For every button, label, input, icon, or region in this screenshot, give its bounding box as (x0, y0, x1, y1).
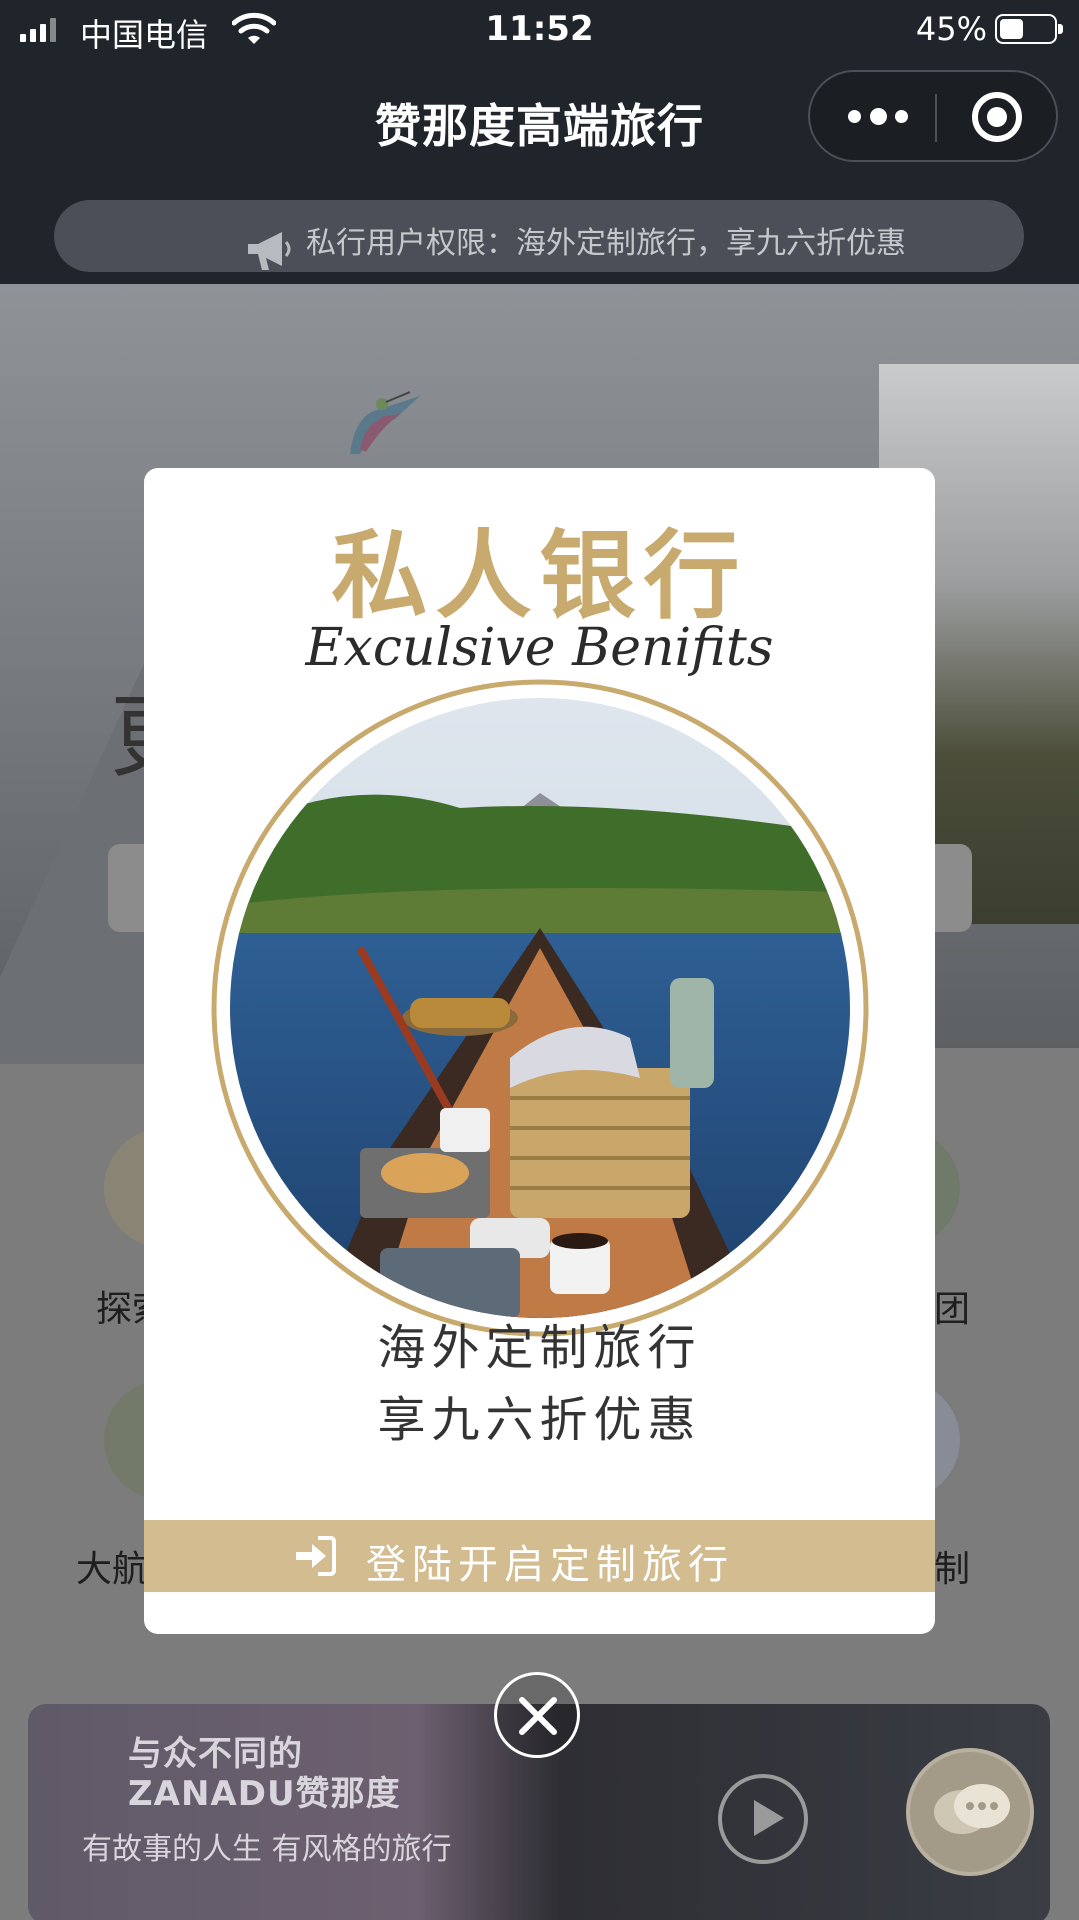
login-button[interactable]: 登陆开启定制旅行 (144, 1520, 935, 1592)
notice-bar: 私行用户权限：海外定制旅行，享九六折优惠 (0, 184, 1079, 284)
miniprogram-capsule (808, 70, 1058, 162)
play-icon[interactable] (718, 1774, 808, 1864)
category-label[interactable]: 制 (934, 1540, 970, 1592)
nav-bar: 赞那度高端旅行 (0, 60, 1079, 184)
close-icon (519, 1697, 557, 1735)
promo-modal: 私人银行 Exculsive Benifits 海外定制旅行 享九六折优惠 登陆… (144, 468, 935, 1634)
category-label[interactable]: 大航 (76, 1540, 148, 1592)
banner-slogan: 有故事的人生 有风格的旅行 (82, 1832, 452, 1867)
capsule-divider (935, 94, 937, 142)
hummingbird-logo-icon (350, 391, 420, 454)
offer-line-2: 享九六折优惠 (377, 1392, 702, 1448)
zanadu-brand-logo: 与众不同的 ZANADU赞那度 (128, 1734, 401, 1814)
login-button-label: 登陆开启定制旅行 (366, 1542, 734, 1588)
lake-picnic-photo (211, 679, 869, 1337)
modal-title: 私人银行 (331, 519, 748, 632)
battery-icon (995, 14, 1063, 44)
notice-text: 私行用户权限：海外定制旅行，享九六折优惠 (306, 226, 906, 261)
brand-line: ZANADU赞那度 (128, 1774, 401, 1814)
offer-line-1: 海外定制旅行 (377, 1320, 702, 1376)
chat-bubble-icon[interactable] (906, 1748, 1034, 1876)
modal-subtitle: Exculsive Benifits (305, 618, 774, 678)
sign-in-icon (296, 1536, 336, 1576)
close-miniprogram-icon[interactable] (972, 92, 1022, 142)
more-options-icon[interactable] (848, 96, 908, 136)
battery-percentage: 45% (915, 10, 987, 48)
category-label[interactable]: 团 (934, 1280, 970, 1332)
close-modal-button[interactable] (494, 1672, 580, 1758)
notice-pill[interactable]: 私行用户权限：海外定制旅行，享九六折优惠 (54, 200, 1024, 272)
megaphone-icon (248, 232, 291, 270)
brand-line: 与众不同的 (128, 1734, 303, 1774)
status-bar: 中国电信 11:52 45% (0, 0, 1079, 60)
